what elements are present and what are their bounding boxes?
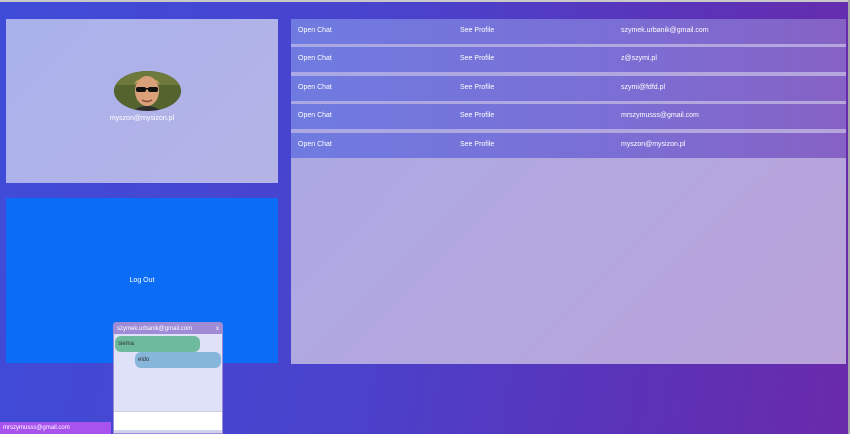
user-email: z@szymi.pl bbox=[621, 55, 657, 62]
user-row: Open Chat See Profile szymek.urbanik@gma… bbox=[291, 19, 846, 44]
open-chat-button[interactable]: Open Chat bbox=[298, 112, 332, 119]
user-email: szymi@fdfd.pl bbox=[621, 84, 666, 91]
chat-header: szymek.urbanik@gmail.com x bbox=[114, 323, 222, 334]
chat-window: szymek.urbanik@gmail.com x siema eldo bbox=[113, 322, 223, 434]
see-profile-button[interactable]: See Profile bbox=[460, 27, 494, 34]
user-email: mrszymusss@gmail.com bbox=[621, 112, 699, 119]
see-profile-button[interactable]: See Profile bbox=[460, 112, 494, 119]
chat-message-incoming: siema bbox=[115, 336, 200, 352]
close-icon[interactable]: x bbox=[216, 326, 219, 332]
open-chat-button[interactable]: Open Chat bbox=[298, 84, 332, 91]
profile-card: myszon@mysizon.pl bbox=[6, 19, 278, 183]
users-list-panel: Open Chat See Profile szymek.urbanik@gma… bbox=[291, 19, 846, 364]
user-row: Open Chat See Profile myszon@mysizon.pl bbox=[291, 133, 846, 158]
open-chat-button[interactable]: Open Chat bbox=[298, 141, 332, 148]
open-chat-button[interactable]: Open Chat bbox=[298, 27, 332, 34]
chat-footer-bar bbox=[114, 430, 222, 433]
see-profile-button[interactable]: See Profile bbox=[460, 84, 494, 91]
user-email: myszon@mysizon.pl bbox=[621, 141, 686, 148]
see-profile-button[interactable]: See Profile bbox=[460, 55, 494, 62]
chat-title: szymek.urbanik@gmail.com bbox=[117, 325, 193, 332]
user-row: Open Chat See Profile szymi@fdfd.pl bbox=[291, 76, 846, 101]
user-email: szymek.urbanik@gmail.com bbox=[621, 27, 709, 34]
see-profile-button[interactable]: See Profile bbox=[460, 141, 494, 148]
user-row: Open Chat See Profile z@szymi.pl bbox=[291, 47, 846, 72]
chat-message-input[interactable] bbox=[114, 411, 222, 430]
chat-message-outgoing: eldo bbox=[135, 352, 221, 368]
avatar-photo-image bbox=[114, 71, 181, 111]
profile-email: myszon@mysizon.pl bbox=[109, 115, 175, 122]
user-row: Open Chat See Profile mrszymusss@gmail.c… bbox=[291, 104, 846, 129]
open-chat-button[interactable]: Open Chat bbox=[298, 55, 332, 62]
logout-label: Log Out bbox=[129, 277, 155, 284]
window-top-border bbox=[0, 0, 850, 2]
avatar bbox=[114, 71, 181, 111]
current-user-badge: mrszymusss@gmail.com bbox=[0, 422, 111, 434]
